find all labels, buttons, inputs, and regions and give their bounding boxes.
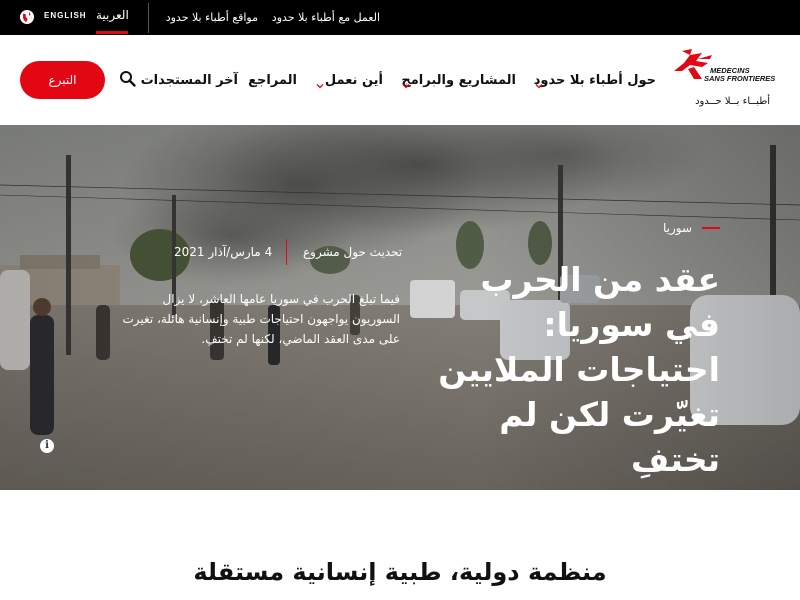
nav-item-where-we-work[interactable]: أين نعمل — [325, 73, 383, 88]
nav-item-latest-news[interactable]: آخر المستجدات — [141, 73, 238, 88]
hero-description: فيما تبلغ الحرب في سوريا عامها العاشر، ل… — [122, 292, 400, 346]
chevron-down-icon — [535, 75, 543, 89]
hero-banner[interactable]: سوريا عقد من الحرب في سوريا: احتياجات ال… — [0, 125, 800, 490]
search-icon[interactable] — [119, 70, 137, 88]
msf-sites-link[interactable]: مواقع أطباء بلا حدود — [166, 11, 258, 24]
active-language-indicator — [96, 31, 128, 34]
hero-category-link[interactable]: سوريا — [663, 221, 692, 235]
work-with-msf-link[interactable]: العمل مع أطباء بلا حدود — [272, 11, 380, 24]
language-english-link[interactable]: ENGLISH — [44, 11, 87, 20]
nav-item-about-msf[interactable]: حول أطباء بلا حدود — [534, 73, 656, 88]
chevron-down-icon — [402, 75, 410, 89]
section-title: منظمة دولية، طبية إنسانية مستقلة — [193, 558, 607, 586]
nav-item-projects[interactable]: المشاريع والبرامج — [401, 73, 516, 88]
hero-content-type: تحديث حول مشروع — [303, 245, 403, 259]
chevron-down-icon — [316, 75, 324, 89]
top-bar: ENGLISH العربية مواقع أطباء بلا حدود الع… — [0, 0, 800, 35]
nav-item-resources[interactable]: المراجع — [248, 73, 297, 88]
donate-button[interactable]: التبرع — [20, 61, 105, 99]
divider — [148, 3, 149, 33]
language-arabic-link[interactable]: العربية — [96, 8, 129, 22]
info-icon[interactable]: i — [40, 439, 54, 453]
logo-text-line2: SANS FRONTIERES — [704, 74, 775, 83]
main-header: التبرع آخر المستجدات المراجع أين نعمل ال… — [0, 35, 800, 125]
meta-divider — [286, 239, 287, 265]
hero-title[interactable]: عقد من الحرب في سوريا: احتياجات الملايين… — [420, 257, 720, 482]
logo-tagline: أطبــاء بــلا حــدود — [695, 96, 770, 107]
category-marker — [702, 227, 720, 229]
globe-icon — [20, 10, 34, 24]
hero-date: 4 مارس/آذار 2021 — [174, 245, 273, 259]
